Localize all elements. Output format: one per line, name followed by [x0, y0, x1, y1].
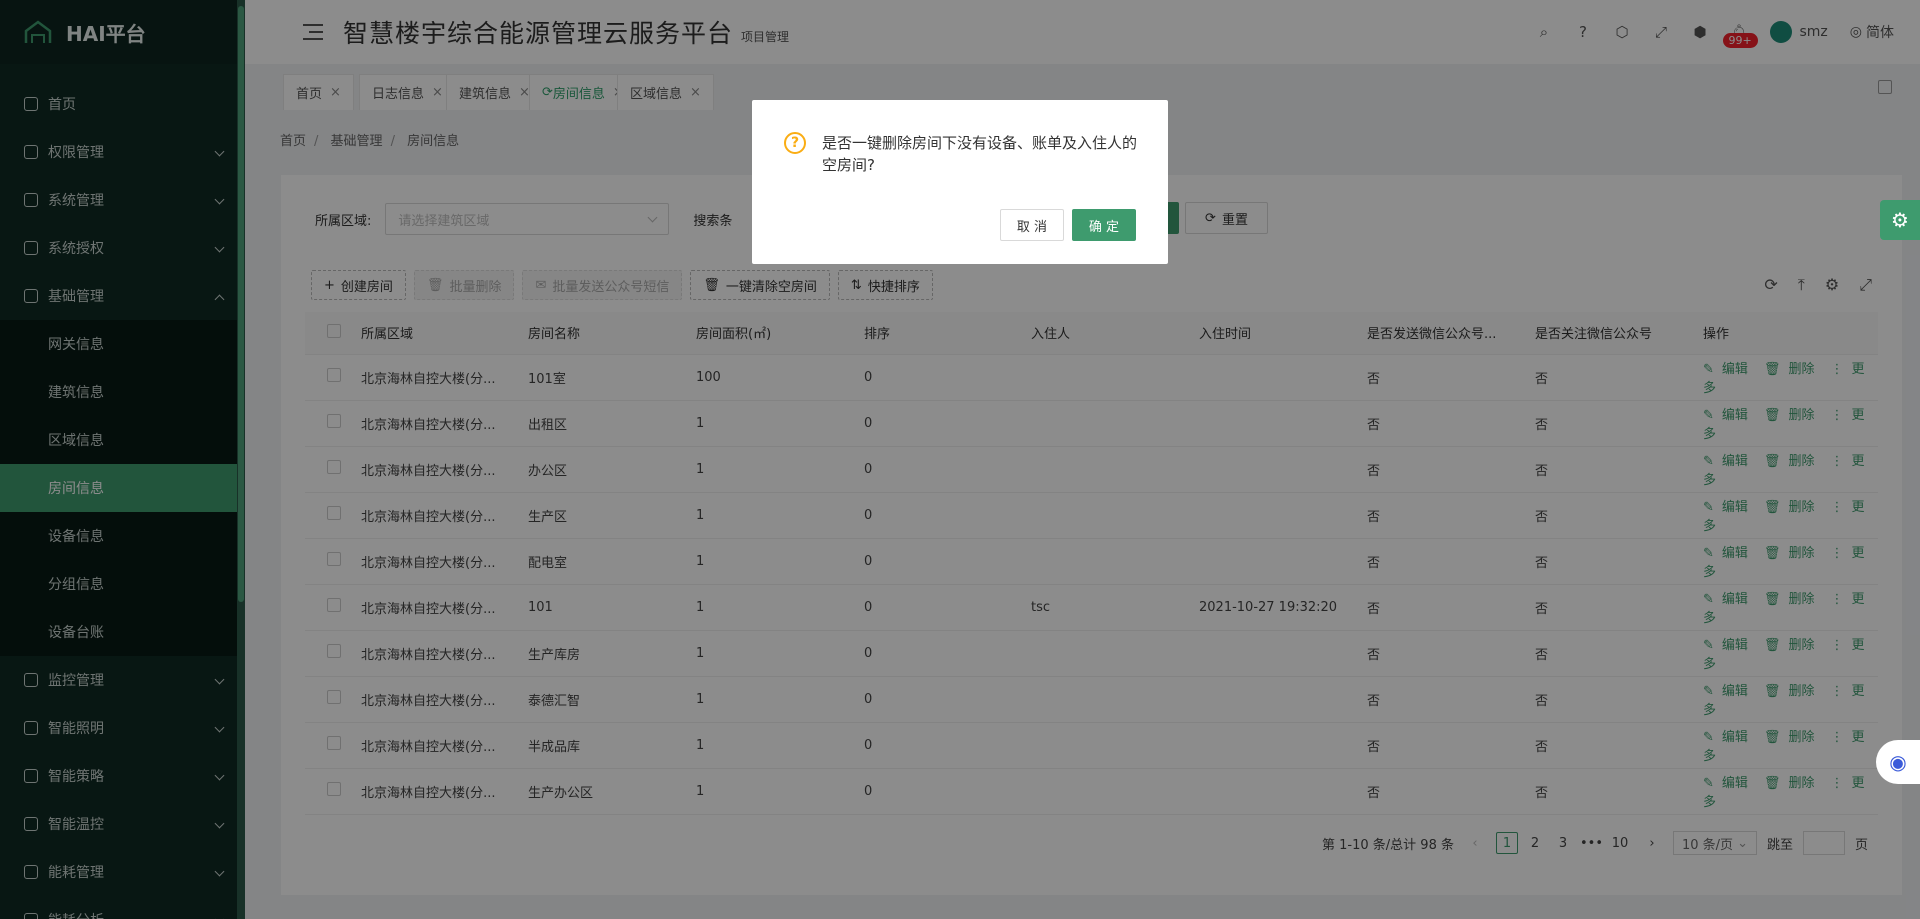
assistant-button[interactable]: ◉: [1876, 740, 1920, 784]
gear-icon: ⚙: [1891, 208, 1909, 232]
settings-drawer-button[interactable]: ⚙: [1880, 200, 1920, 240]
question-icon: ?: [784, 132, 806, 154]
cancel-button[interactable]: 取 消: [1000, 209, 1064, 241]
confirm-message: 是否一键删除房间下没有设备、账单及入住人的空房间?: [822, 134, 1138, 174]
confirm-button[interactable]: 确 定: [1072, 209, 1136, 241]
confirm-dialog: ? 是否一键删除房间下没有设备、账单及入住人的空房间? 取 消 确 定: [752, 100, 1168, 264]
robot-icon: ◉: [1889, 750, 1907, 774]
